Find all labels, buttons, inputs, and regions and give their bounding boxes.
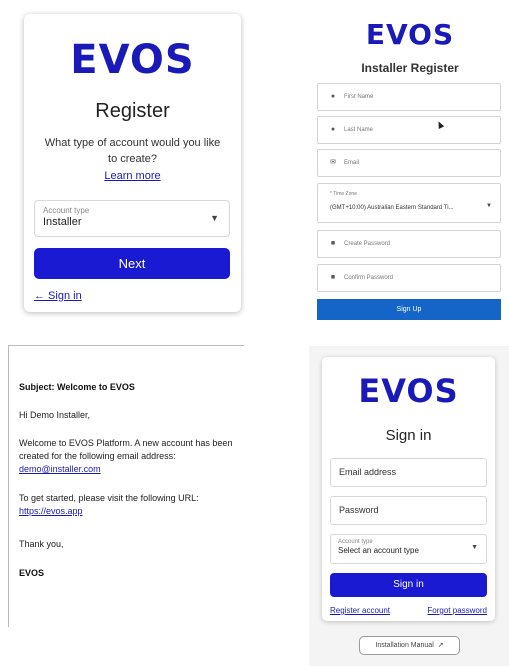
installation-manual-button[interactable]: Installation Manual ↗ (359, 636, 460, 655)
welcome-email: Subject: Welcome to EVOS Hi Demo Install… (8, 345, 244, 627)
email-field[interactable]: ✉ Email (317, 149, 501, 177)
email-body-intro: Welcome to EVOS Platform. A new account … (19, 437, 241, 476)
external-link-icon: ↗ (437, 642, 444, 649)
email-signature: EVOS (19, 568, 45, 578)
first-name-placeholder: First Name (344, 94, 374, 100)
last-name-field[interactable]: ● Last Name (317, 116, 501, 144)
register-card: EVOS Register What type of account would… (24, 14, 241, 312)
email-address-link[interactable]: demo@installer.com (19, 463, 241, 476)
account-type-select[interactable]: Account type Installer ▼ (34, 200, 230, 237)
chevron-down-icon: ▼ (210, 213, 219, 223)
forgot-password-link[interactable]: Forgot password (427, 606, 487, 615)
lock-icon: ■ (330, 240, 336, 247)
next-button[interactable]: Next (34, 248, 230, 279)
page-title: Register (95, 100, 170, 122)
lock-icon: ■ (330, 274, 336, 281)
confirm-password-placeholder: Confirm Password (344, 275, 394, 281)
email-greeting: Hi Demo Installer, (19, 410, 91, 420)
password-input[interactable]: Password (330, 496, 487, 525)
account-type-select[interactable]: Account type Select an account type ▼ (330, 534, 487, 564)
email-thanks: Thank you, (19, 539, 64, 549)
installation-manual-label: Installation Manual (375, 642, 434, 649)
email-body-url: To get started, please visit the followi… (19, 492, 241, 518)
learn-more-link[interactable]: Learn more (24, 170, 241, 182)
email-subject: Subject: Welcome to EVOS (19, 382, 135, 392)
email-address-input[interactable]: Email address (330, 458, 487, 487)
sign-in-button[interactable]: Sign in (330, 573, 487, 597)
evos-logo: EVOS (70, 37, 195, 83)
page-title: Sign in (385, 427, 432, 444)
account-type-question: What type of account would you like to c… (44, 137, 221, 165)
installer-register-form: EVOS Installer Register ● First Name ● L… (311, 0, 509, 326)
sign-in-link[interactable]: ← Sign in (34, 290, 82, 302)
time-zone-select[interactable]: * Time Zone (GMT+10:00) Australian Easte… (317, 183, 501, 223)
email-url-text: To get started, please visit the followi… (19, 493, 199, 503)
create-password-field[interactable]: ■ Create Password (317, 230, 501, 258)
email-body-text: Welcome to EVOS Platform. A new account … (19, 438, 233, 461)
register-account-link[interactable]: Register account (330, 606, 390, 615)
email-placeholder: Email (344, 160, 360, 166)
sign-in-card: EVOS Sign in Email address Password Acco… (322, 357, 495, 621)
time-zone-label: * Time Zone (330, 191, 357, 197)
first-name-field[interactable]: ● First Name (317, 83, 501, 111)
time-zone-value: (GMT+10:00) Australian Eastern Standard … (330, 205, 454, 211)
last-name-placeholder: Last Name (344, 127, 374, 133)
account-type-label: Account type (43, 206, 90, 215)
confirm-password-field[interactable]: ■ Confirm Password (317, 264, 501, 292)
person-icon: ● (330, 93, 336, 100)
evos-logo: EVOS (365, 18, 455, 51)
evos-url-link[interactable]: https://evos.app (19, 505, 241, 518)
chevron-down-icon: ▼ (471, 544, 478, 551)
chevron-down-icon: ▼ (486, 203, 492, 209)
person-icon: ● (330, 126, 336, 133)
page-title: Installer Register (361, 61, 459, 75)
evos-logo: EVOS (358, 372, 459, 410)
account-type-label: Account type (338, 539, 373, 545)
sign-in-page: EVOS Sign in Email address Password Acco… (309, 346, 509, 666)
create-password-placeholder: Create Password (344, 241, 391, 247)
sign-up-button[interactable]: Sign Up (317, 299, 501, 320)
account-type-value: Installer (43, 216, 82, 228)
envelope-icon: ✉ (330, 159, 336, 166)
account-type-value: Select an account type (338, 546, 419, 555)
